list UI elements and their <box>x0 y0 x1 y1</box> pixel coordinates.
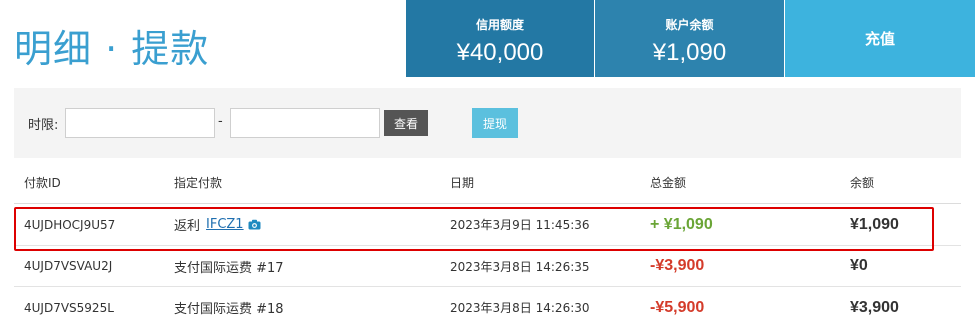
date-range-label: 时限: <box>28 118 59 133</box>
end-date-input[interactable] <box>230 108 380 138</box>
payment-balance: ¥0 <box>850 257 868 274</box>
table-row: 4UJD7VSVAU2J 支付国际运费 #17 2023年3月8日 14:26:… <box>14 246 961 287</box>
credit-limit-value: ¥40,000 <box>456 39 544 66</box>
payment-description: 支付国际运费 #17 <box>174 260 284 276</box>
filter-panel: 时限: - 查看 提现 <box>14 88 961 158</box>
transactions-table: 付款ID 指定付款 日期 总金额 余额 4UJDHOCJ9U57 返利 IFCZ… <box>14 162 961 328</box>
reference-link[interactable]: IFCZ1 <box>206 217 244 232</box>
payment-amount: -¥3,900 <box>650 257 705 274</box>
view-button[interactable]: 查看 <box>384 110 428 136</box>
payment-balance: ¥1,090 <box>850 215 899 233</box>
payment-description-text: 返利 <box>174 219 201 234</box>
column-header-amount: 总金额 <box>650 176 687 190</box>
account-balance-value: ¥1,090 <box>652 39 727 66</box>
payment-description: 支付国际运费 #18 <box>174 302 284 317</box>
start-date-input[interactable] <box>65 108 215 138</box>
payment-id: 4UJDHOCJ9U57 <box>24 217 116 232</box>
date-separator: - <box>218 114 223 129</box>
column-header-description: 指定付款 <box>174 176 223 190</box>
page-title: 明细 · 提款 <box>14 27 210 71</box>
account-balance-label: 账户余额 <box>665 18 714 32</box>
credit-limit-label: 信用额度 <box>475 18 524 32</box>
camera-icon[interactable] <box>248 219 262 231</box>
account-balance-panel: 账户余额 ¥1,090 <box>595 0 784 77</box>
recharge-button[interactable]: 充值 <box>785 0 975 77</box>
payment-description: 返利 IFCZ1 <box>174 204 262 245</box>
table-row: 4UJD7VS5925L 支付国际运费 #18 2023年3月8日 14:26:… <box>14 287 961 328</box>
table-header-row: 付款ID 指定付款 日期 总金额 余额 <box>14 162 961 204</box>
table-row: 4UJDHOCJ9U57 返利 IFCZ1 2023年3月9日 11:45:36… <box>14 204 961 246</box>
payment-date: 2023年3月8日 14:26:30 <box>450 301 590 315</box>
payment-amount: -¥5,900 <box>650 298 705 316</box>
payment-balance: ¥3,900 <box>850 298 899 316</box>
withdraw-button[interactable]: 提现 <box>472 108 518 138</box>
column-header-date: 日期 <box>450 176 475 190</box>
payment-id: 4UJD7VS5925L <box>24 300 114 315</box>
payment-date: 2023年3月8日 14:26:35 <box>450 259 590 274</box>
column-header-balance: 余额 <box>850 176 875 190</box>
payment-id: 4UJD7VSVAU2J <box>24 259 113 273</box>
payment-amount: + ¥1,090 <box>650 215 713 233</box>
payment-date: 2023年3月9日 11:45:36 <box>450 218 590 232</box>
credit-limit-panel: 信用额度 ¥40,000 <box>406 0 594 77</box>
column-header-payment-id: 付款ID <box>24 176 61 190</box>
